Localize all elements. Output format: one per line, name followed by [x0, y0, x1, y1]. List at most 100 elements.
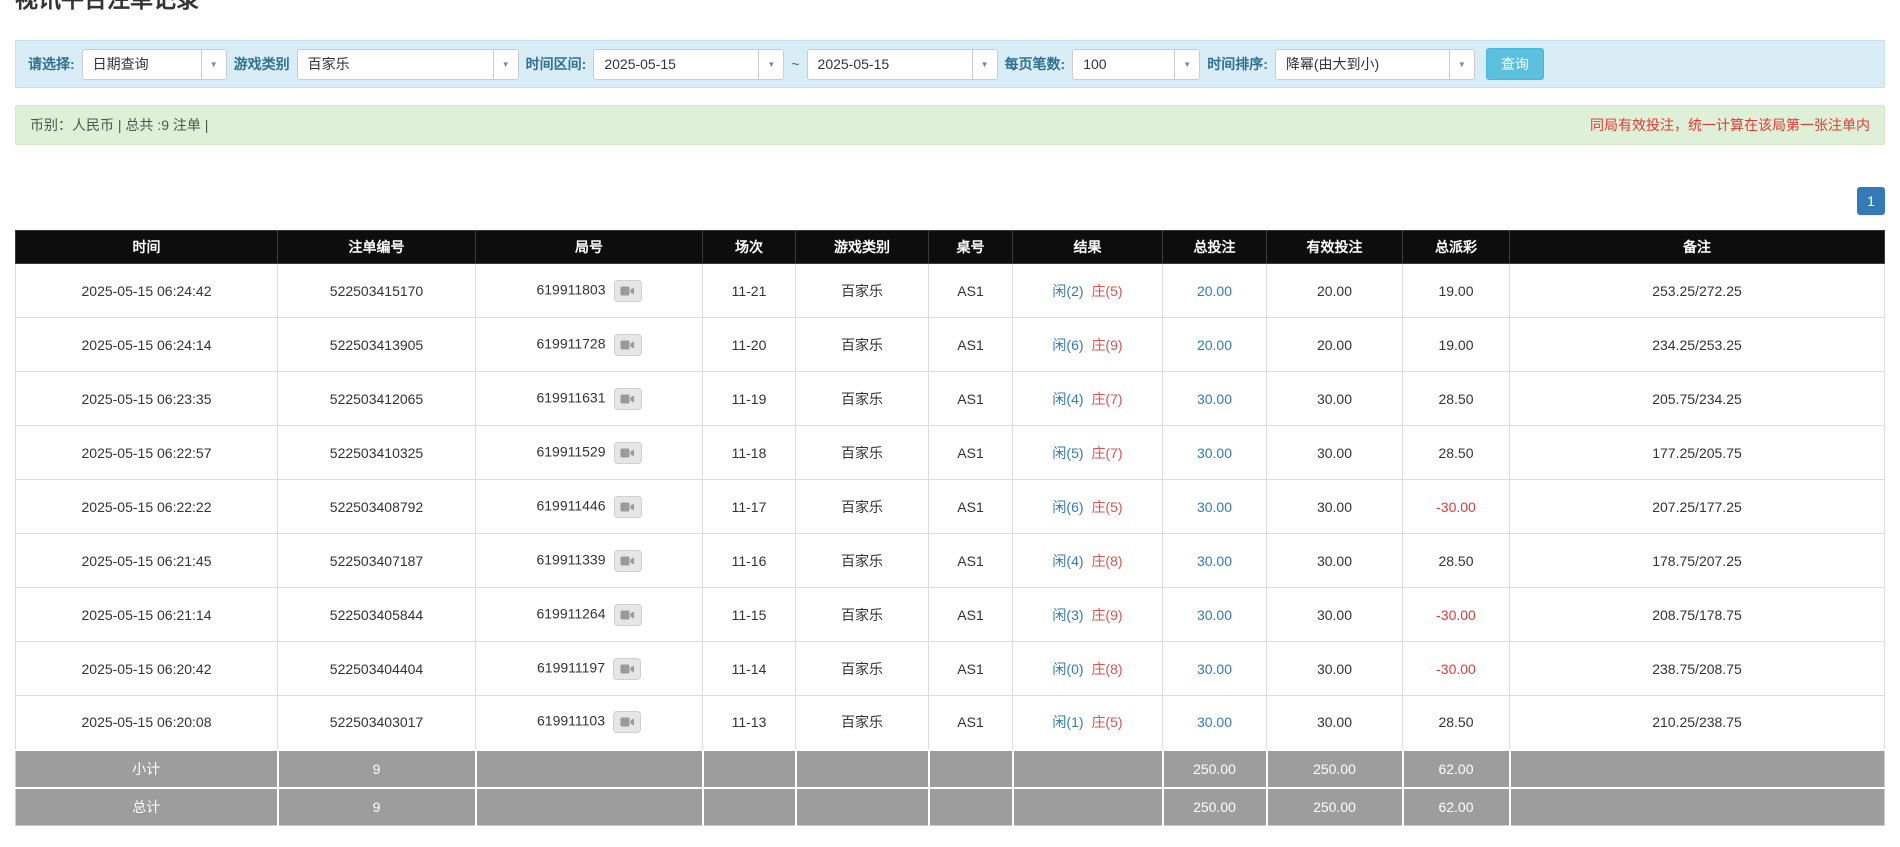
column-header: 总派彩 [1403, 231, 1510, 264]
cell-remark: 208.75/178.75 [1510, 588, 1885, 642]
date-to-value: 2025-05-15 [808, 56, 890, 72]
summary-cell [1013, 788, 1163, 826]
summary-cell: 小计 [16, 750, 278, 788]
cell-payout: 28.50 [1403, 426, 1510, 480]
round-id-text: 619911803 [536, 281, 605, 297]
total-bet-link[interactable]: 20.00 [1197, 337, 1232, 353]
cell-round-id: 619911803 [476, 264, 703, 318]
query-type-label: 请选择: [28, 54, 75, 74]
total-bet-link[interactable]: 30.00 [1197, 607, 1232, 623]
cell-result: 闲(4) 庄(8) [1013, 534, 1163, 588]
cell-payout: 28.50 [1403, 696, 1510, 750]
total-bet-link[interactable]: 30.00 [1197, 661, 1232, 677]
cell-total-bet: 30.00 [1163, 696, 1267, 750]
cell-valid-bet: 30.00 [1267, 696, 1403, 750]
search-button[interactable]: 查询 [1486, 48, 1544, 80]
total-bet-link[interactable]: 30.00 [1197, 445, 1232, 461]
summary-cell [703, 788, 796, 826]
total-bet-link[interactable]: 30.00 [1197, 499, 1232, 515]
replay-button[interactable] [614, 496, 642, 518]
replay-button[interactable] [614, 280, 642, 302]
cell-valid-bet: 20.00 [1267, 318, 1403, 372]
cell-total-bet: 30.00 [1163, 426, 1267, 480]
table-row: 2025-05-15 06:20:08 522503403017 6199111… [16, 696, 1885, 750]
result-banker: 庄(5) [1091, 499, 1122, 515]
column-header: 桌号 [929, 231, 1013, 264]
cell-valid-bet: 20.00 [1267, 264, 1403, 318]
date-from-select[interactable]: 2025-05-15 ▼ [593, 49, 784, 80]
table-row: 2025-05-15 06:21:45 522503407187 6199113… [16, 534, 1885, 588]
cell-game-type: 百家乐 [796, 480, 929, 534]
table-body: 2025-05-15 06:24:42 522503415170 6199118… [16, 264, 1885, 750]
summary-cell: 250.00 [1267, 750, 1403, 788]
summary-bar: 币别：人民币 | 总共 :9 注单 | 同局有效投注，统一计算在该局第一张注单内 [15, 105, 1885, 145]
cell-bet-id: 522503413905 [278, 318, 476, 372]
chevron-down-icon: ▼ [1449, 50, 1474, 79]
cell-bet-id: 522503407187 [278, 534, 476, 588]
replay-button[interactable] [614, 604, 642, 626]
game-type-select[interactable]: 百家乐 ▼ [297, 49, 519, 80]
cell-remark: 253.25/272.25 [1510, 264, 1885, 318]
query-type-select[interactable]: 日期查询 ▼ [82, 49, 227, 80]
cell-time: 2025-05-15 06:21:14 [16, 588, 278, 642]
cell-time: 2025-05-15 06:21:45 [16, 534, 278, 588]
result-player: 闲(4) [1052, 553, 1083, 569]
page-size-label: 每页笔数: [1005, 54, 1066, 74]
video-camera-icon [620, 555, 635, 567]
cell-game-type: 百家乐 [796, 534, 929, 588]
result-player: 闲(0) [1052, 661, 1083, 677]
cell-game-type: 百家乐 [796, 372, 929, 426]
cell-valid-bet: 30.00 [1267, 588, 1403, 642]
column-header: 场次 [703, 231, 796, 264]
cell-remark: 238.75/208.75 [1510, 642, 1885, 696]
video-camera-icon [620, 501, 635, 513]
cell-session: 11-13 [703, 696, 796, 750]
cell-table-no: AS1 [929, 318, 1013, 372]
total-bet-link[interactable]: 20.00 [1197, 283, 1232, 299]
summary-notice: 同局有效投注，统一计算在该局第一张注单内 [1590, 115, 1870, 135]
video-camera-icon [620, 447, 635, 459]
cell-bet-id: 522503408792 [278, 480, 476, 534]
total-bet-link[interactable]: 30.00 [1197, 391, 1232, 407]
summary-info: 币别：人民币 | 总共 :9 注单 | [30, 115, 208, 135]
cell-result: 闲(6) 庄(9) [1013, 318, 1163, 372]
replay-button[interactable] [614, 388, 642, 410]
cell-total-bet: 30.00 [1163, 480, 1267, 534]
page-size-value: 100 [1073, 56, 1106, 72]
video-camera-icon [620, 716, 635, 728]
replay-button[interactable] [614, 334, 642, 356]
round-id-text: 619911529 [536, 443, 605, 459]
cell-table-no: AS1 [929, 480, 1013, 534]
table-row: 2025-05-15 06:20:42 522503404404 6199111… [16, 642, 1885, 696]
replay-button[interactable] [613, 711, 641, 733]
replay-button[interactable] [613, 658, 641, 680]
table-row: 2025-05-15 06:21:14 522503405844 6199112… [16, 588, 1885, 642]
cell-total-bet: 30.00 [1163, 534, 1267, 588]
cell-session: 11-15 [703, 588, 796, 642]
cell-game-type: 百家乐 [796, 588, 929, 642]
date-to-select[interactable]: 2025-05-15 ▼ [807, 49, 998, 80]
round-id-text: 619911264 [536, 605, 605, 621]
page-size-select[interactable]: 100 ▼ [1072, 49, 1200, 80]
cell-payout: 19.00 [1403, 318, 1510, 372]
cell-round-id: 619911339 [476, 534, 703, 588]
total-bet-link[interactable]: 30.00 [1197, 553, 1232, 569]
cell-result: 闲(0) 庄(8) [1013, 642, 1163, 696]
page-button-1[interactable]: 1 [1857, 187, 1885, 215]
summary-cell [929, 788, 1013, 826]
cell-bet-id: 522503404404 [278, 642, 476, 696]
sort-order-select[interactable]: 降幂(由大到小) ▼ [1275, 49, 1475, 80]
total-bet-link[interactable]: 30.00 [1197, 714, 1232, 730]
replay-button[interactable] [614, 550, 642, 572]
video-camera-icon [620, 609, 635, 621]
replay-button[interactable] [614, 442, 642, 464]
cell-game-type: 百家乐 [796, 318, 929, 372]
table-row: 2025-05-15 06:22:57 522503410325 6199115… [16, 426, 1885, 480]
cell-time: 2025-05-15 06:20:08 [16, 696, 278, 750]
cell-remark: 205.75/234.25 [1510, 372, 1885, 426]
cell-remark: 178.75/207.25 [1510, 534, 1885, 588]
cell-result: 闲(6) 庄(5) [1013, 480, 1163, 534]
cell-round-id: 619911197 [476, 642, 703, 696]
cell-result: 闲(1) 庄(5) [1013, 696, 1163, 750]
cell-round-id: 619911728 [476, 318, 703, 372]
